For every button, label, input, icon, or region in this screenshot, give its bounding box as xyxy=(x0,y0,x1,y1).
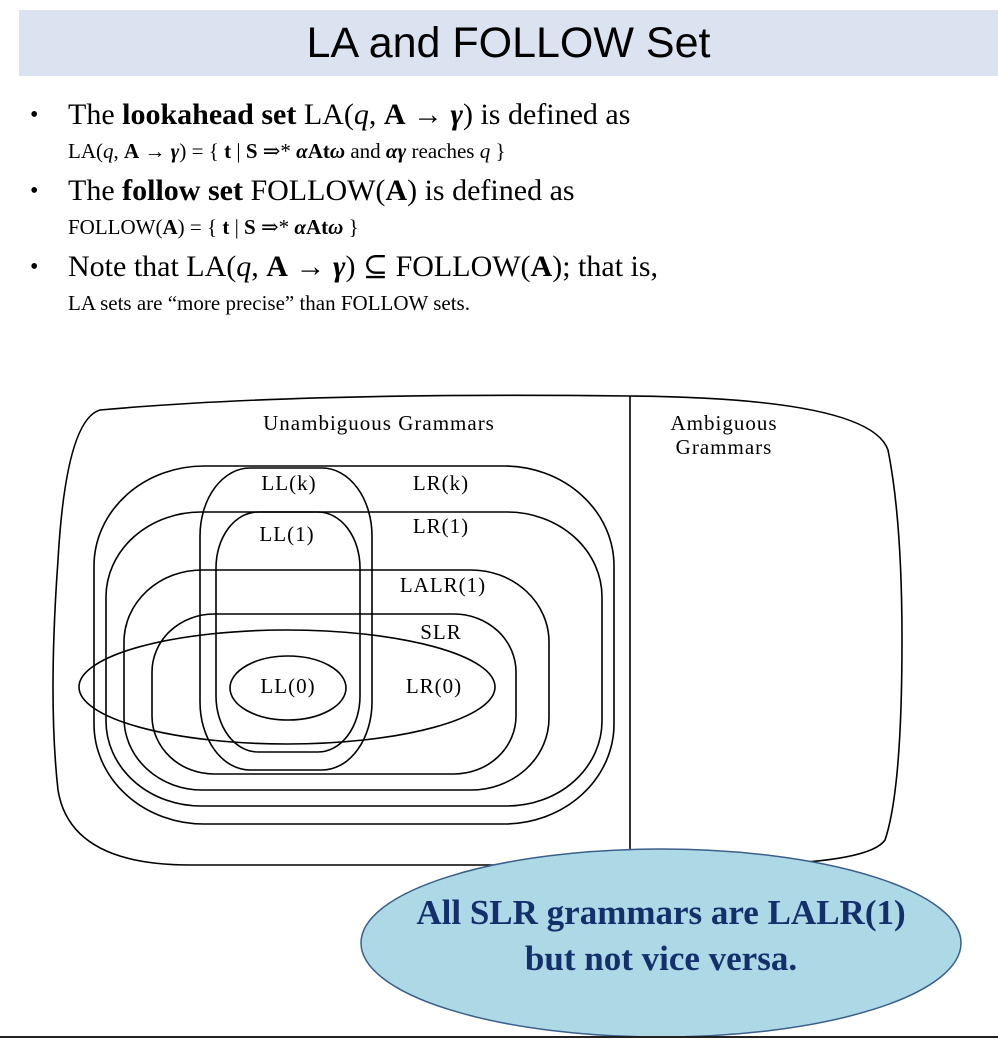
lr1-set xyxy=(105,511,603,807)
callout-text: All SLR grammars are LALR(1) but not vic… xyxy=(362,890,960,982)
lrk-label: LR(k) xyxy=(413,471,469,495)
lalr1-label: LALR(1) xyxy=(400,573,486,597)
unambiguous-grammars-label: Unambiguous Grammars xyxy=(263,411,495,435)
ambiguous-grammars-label-line1: Ambiguous xyxy=(670,411,777,435)
ambiguous-grammars-label-line2: Grammars xyxy=(676,435,773,459)
lr0-label: LR(0) xyxy=(406,674,462,698)
llk-label: LL(k) xyxy=(261,471,316,495)
callout-line2: but not vice versa. xyxy=(524,939,798,978)
callout-line1: All SLR grammars are LALR(1) xyxy=(416,893,906,932)
llk-set xyxy=(199,467,373,771)
lalr1-set xyxy=(123,569,550,791)
lr1-label: LR(1) xyxy=(413,514,469,538)
ll0-label: LL(0) xyxy=(260,674,315,698)
grammar-hierarchy-diagram: Unambiguous Grammars Ambiguous Grammars … xyxy=(52,394,962,1038)
ll1-label: LL(1) xyxy=(259,522,314,546)
lrk-set xyxy=(93,465,615,825)
slr-label: SLR xyxy=(420,620,462,644)
bottom-rule xyxy=(0,1036,998,1038)
